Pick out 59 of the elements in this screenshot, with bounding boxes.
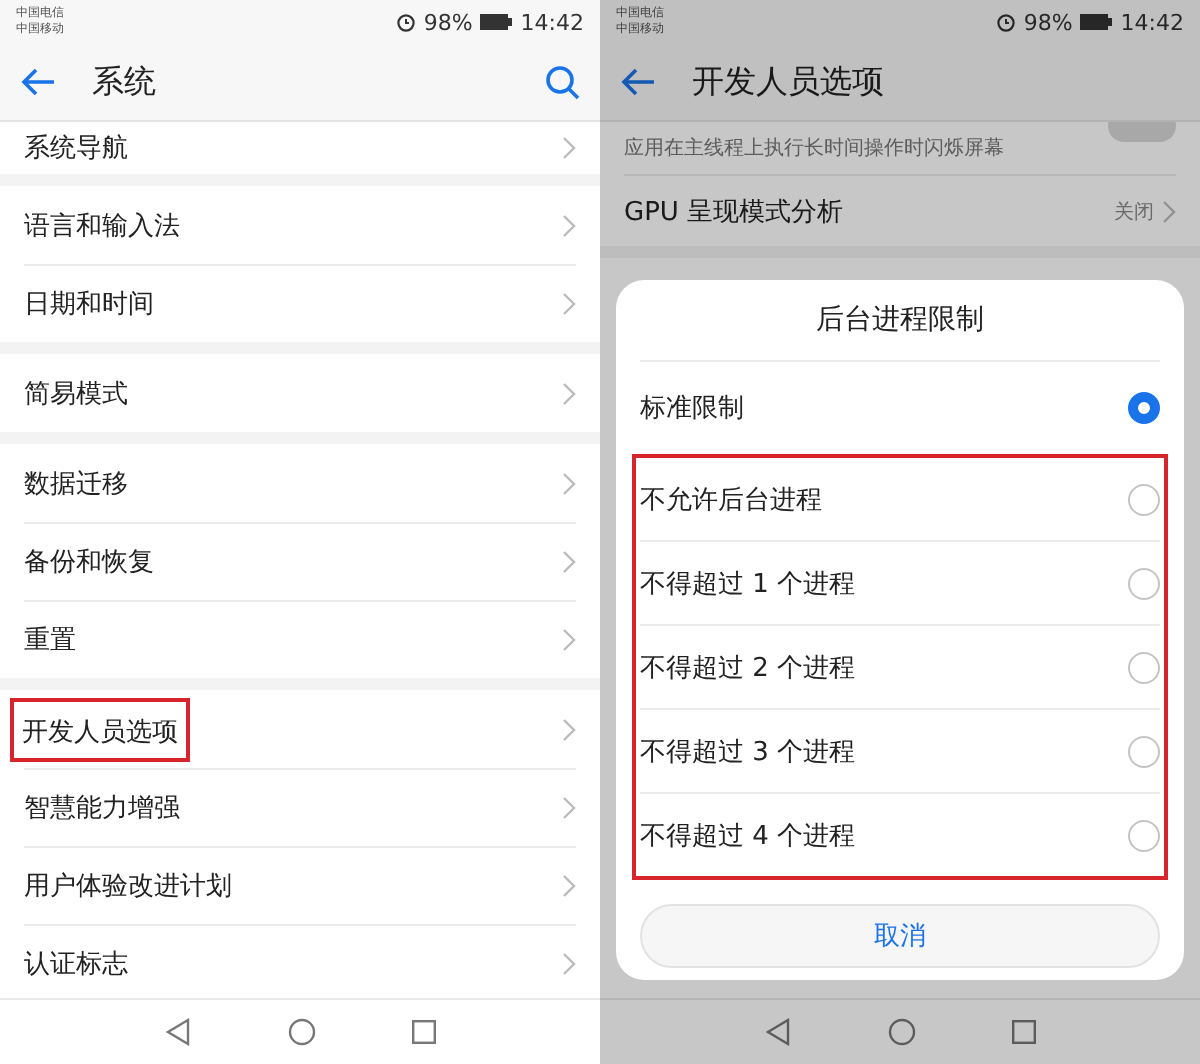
chevron-right-icon	[562, 471, 576, 495]
battery-icon	[1080, 14, 1113, 30]
radio-button[interactable]	[1128, 392, 1160, 424]
chevron-right-icon	[1162, 199, 1176, 223]
chevron-right-icon	[562, 796, 576, 820]
dialog-title: 后台进程限制	[816, 302, 984, 338]
chevron-right-icon	[562, 213, 576, 237]
search-icon[interactable]	[544, 64, 580, 100]
option-label[interactable]: 不得超过 1 个进程	[640, 565, 856, 601]
clock-time: 14:42	[520, 9, 584, 35]
chevron-right-icon	[562, 717, 576, 741]
screen-title: 开发人员选项	[692, 61, 886, 103]
radio-button[interactable]	[1128, 651, 1160, 683]
alarm-icon	[995, 12, 1016, 32]
home-icon[interactable]	[888, 1018, 916, 1046]
screen-title: 系统	[92, 61, 158, 103]
radio-button[interactable]	[1128, 567, 1160, 599]
settings-item[interactable]: 重置	[24, 622, 76, 658]
battery-icon	[480, 14, 513, 30]
battery-percent: 98%	[1023, 9, 1073, 35]
clock-time: 14:42	[1120, 9, 1184, 35]
setting-value: 关闭	[1114, 199, 1154, 225]
back-arrow-icon[interactable]	[620, 68, 656, 96]
chevron-right-icon	[562, 292, 576, 316]
setting-label[interactable]: GPU 呈现模式分析	[624, 193, 844, 229]
chevron-right-icon	[562, 628, 576, 652]
settings-item[interactable]: 简易模式	[24, 375, 128, 411]
option-label[interactable]: 不允许后台进程	[640, 481, 822, 517]
settings-item[interactable]: 数据迁移	[24, 465, 128, 501]
battery-percent: 98%	[423, 9, 473, 35]
settings-item[interactable]: 系统导航	[24, 130, 128, 166]
recents-icon[interactable]	[412, 1020, 436, 1044]
option-label[interactable]: 不得超过 3 个进程	[640, 733, 856, 769]
settings-item[interactable]: 智慧能力增强	[24, 790, 180, 826]
chevron-right-icon	[562, 550, 576, 574]
recents-icon[interactable]	[1012, 1020, 1036, 1044]
cancel-button[interactable]: 取消	[640, 904, 1160, 968]
chevron-right-icon	[562, 952, 576, 976]
back-icon[interactable]	[164, 1018, 192, 1046]
settings-item[interactable]: 日期和时间	[24, 286, 154, 322]
option-label[interactable]: 不得超过 2 个进程	[640, 649, 856, 685]
alarm-icon	[395, 12, 416, 32]
settings-item[interactable]: 备份和恢复	[24, 544, 154, 580]
settings-item[interactable]: 用户体验改进计划	[24, 868, 232, 904]
back-arrow-icon[interactable]	[20, 68, 56, 96]
radio-button[interactable]	[1128, 735, 1160, 767]
chevron-right-icon	[562, 136, 576, 160]
settings-item[interactable]: 认证标志	[24, 946, 128, 982]
home-icon[interactable]	[288, 1018, 316, 1046]
chevron-right-icon	[562, 381, 576, 405]
radio-button[interactable]	[1128, 819, 1160, 851]
radio-button[interactable]	[1128, 483, 1160, 515]
setting-description: 应用在主线程上执行长时间操作时闪烁屏幕	[624, 135, 1004, 162]
option-label[interactable]: 标准限制	[640, 390, 744, 426]
settings-item[interactable]: 语言和输入法	[24, 207, 180, 243]
chevron-right-icon	[562, 874, 576, 898]
option-label[interactable]: 不得超过 4 个进程	[640, 817, 856, 853]
back-icon[interactable]	[764, 1018, 792, 1046]
settings-item[interactable]: 开发人员选项	[22, 717, 178, 747]
